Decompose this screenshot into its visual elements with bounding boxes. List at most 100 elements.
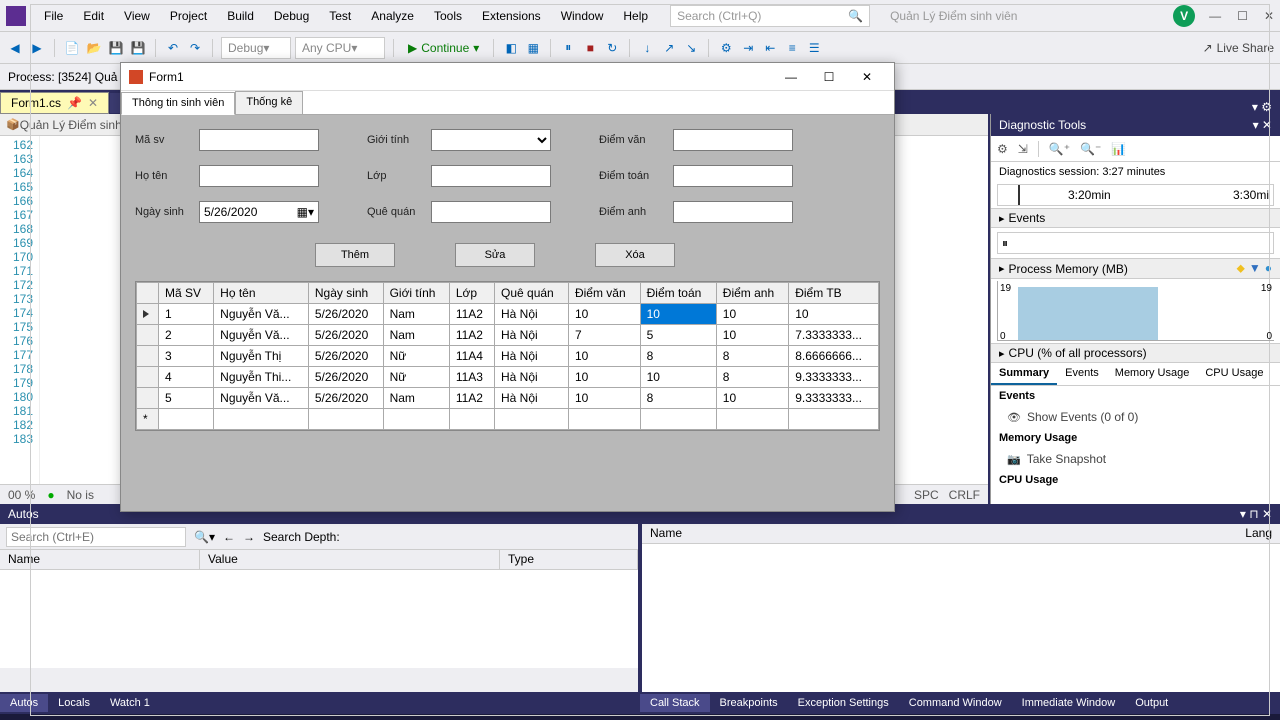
input-hoten[interactable] (199, 165, 319, 187)
grid-header[interactable]: Lớp (449, 283, 494, 304)
grid-cell[interactable]: 10 (568, 367, 640, 388)
grid-cell[interactable]: 11A2 (449, 388, 494, 409)
grid-cell[interactable]: Nam (383, 304, 449, 325)
grid-header[interactable]: Giới tính (383, 283, 449, 304)
grid-cell[interactable]: Nguyễn Vă... (214, 388, 309, 409)
grid-cell[interactable] (159, 409, 214, 430)
grid-cell[interactable]: 5/26/2020 (308, 304, 383, 325)
grid-header[interactable]: Điểm TB (789, 283, 879, 304)
input-quequan[interactable] (431, 201, 551, 223)
grid-cell[interactable]: 8 (640, 388, 716, 409)
grid-cell[interactable]: 2 (159, 325, 214, 346)
grid-cell[interactable] (449, 409, 494, 430)
grid-cell[interactable]: Hà Nội (495, 388, 569, 409)
form1-titlebar[interactable]: Form1 — ☐ ✕ (121, 63, 894, 91)
grid-cell[interactable]: 5 (159, 388, 214, 409)
label-gioitinh: Giới tính (367, 134, 427, 146)
grid-cell[interactable]: Nam (383, 325, 449, 346)
calendar-icon[interactable]: ▦▾ (297, 205, 314, 219)
grid-cell[interactable]: 5 (640, 325, 716, 346)
sua-button[interactable]: Sửa (455, 243, 535, 267)
grid-cell[interactable]: 10 (716, 388, 788, 409)
grid-cell[interactable]: 11A2 (449, 304, 494, 325)
grid-header[interactable]: Mã SV (159, 283, 214, 304)
input-masv[interactable] (199, 129, 319, 151)
grid-cell[interactable]: 4 (159, 367, 214, 388)
tab-thong-tin[interactable]: Thông tin sinh viên (121, 92, 235, 115)
grid-cell[interactable]: 10 (789, 304, 879, 325)
grid-cell[interactable]: 5/26/2020 (308, 367, 383, 388)
grid-cell[interactable]: 5/26/2020 (308, 325, 383, 346)
grid-cell[interactable]: Hà Nội (495, 304, 569, 325)
grid-cell[interactable]: 10 (568, 388, 640, 409)
grid-cell[interactable]: Nữ (383, 367, 449, 388)
grid-cell[interactable]: 7.3333333... (789, 325, 879, 346)
minimize-icon[interactable]: — (772, 64, 810, 90)
grid-cell[interactable] (495, 409, 569, 430)
grid-cell[interactable]: Hà Nội (495, 346, 569, 367)
line-number: 169 (0, 236, 33, 250)
grid-cell[interactable]: 8 (716, 346, 788, 367)
input-diemtoan[interactable] (673, 165, 793, 187)
input-diemanh[interactable] (673, 201, 793, 223)
grid-cell[interactable]: 10 (716, 325, 788, 346)
grid-cell[interactable] (789, 409, 879, 430)
data-grid[interactable]: Mã SVHọ tênNgày sinhGiới tínhLớpQuê quán… (135, 281, 880, 431)
input-lop[interactable] (431, 165, 551, 187)
grid-cell[interactable] (308, 409, 383, 430)
label-lop: Lớp (367, 170, 427, 182)
grid-cell[interactable]: 3 (159, 346, 214, 367)
grid-cell[interactable]: Nguyễn Thi... (214, 367, 309, 388)
row-selector[interactable] (137, 367, 159, 388)
row-selector[interactable] (137, 388, 159, 409)
grid-header[interactable]: Điểm văn (568, 283, 640, 304)
grid-cell[interactable]: 8.6666666... (789, 346, 879, 367)
grid-cell[interactable]: 10 (716, 304, 788, 325)
new-row-selector[interactable]: * (137, 409, 159, 430)
grid-cell[interactable]: 5/26/2020 (308, 388, 383, 409)
grid-cell[interactable]: Nam (383, 388, 449, 409)
select-gioitinh[interactable] (431, 129, 551, 151)
row-selector[interactable] (137, 304, 159, 325)
grid-header[interactable]: Họ tên (214, 283, 309, 304)
tab-thong-ke[interactable]: Thống kê (235, 91, 303, 114)
grid-cell[interactable]: 1 (159, 304, 214, 325)
grid-cell[interactable]: Nguyễn Vă... (214, 325, 309, 346)
them-button[interactable]: Thêm (315, 243, 395, 267)
grid-cell[interactable]: 9.3333333... (789, 367, 879, 388)
grid-cell[interactable]: 10 (640, 367, 716, 388)
grid-cell[interactable]: Nguyễn Thị (214, 346, 309, 367)
grid-cell[interactable]: 8 (716, 367, 788, 388)
grid-cell[interactable]: 7 (568, 325, 640, 346)
grid-cell[interactable]: Nguyễn Vă... (214, 304, 309, 325)
grid-cell[interactable]: 11A2 (449, 325, 494, 346)
nav-back-icon[interactable]: ◀ (6, 39, 24, 57)
grid-cell[interactable]: Hà Nội (495, 367, 569, 388)
grid-cell[interactable] (640, 409, 716, 430)
grid-cell[interactable]: 11A3 (449, 367, 494, 388)
xoa-button[interactable]: Xóa (595, 243, 675, 267)
grid-header[interactable]: Ngày sinh (308, 283, 383, 304)
grid-cell[interactable] (716, 409, 788, 430)
grid-cell[interactable] (383, 409, 449, 430)
grid-cell[interactable]: 10 (568, 304, 640, 325)
grid-cell[interactable]: 10 (568, 346, 640, 367)
close-icon[interactable]: ✕ (848, 64, 886, 90)
row-selector[interactable] (137, 346, 159, 367)
row-selector[interactable] (137, 325, 159, 346)
grid-cell[interactable]: 11A4 (449, 346, 494, 367)
maximize-icon[interactable]: ☐ (810, 64, 848, 90)
grid-cell[interactable]: 8 (640, 346, 716, 367)
grid-cell[interactable]: 9.3333333... (789, 388, 879, 409)
grid-cell[interactable] (568, 409, 640, 430)
grid-cell[interactable] (214, 409, 309, 430)
input-diemvan[interactable] (673, 129, 793, 151)
datepicker-ngaysinh[interactable]: 5/26/2020 ▦▾ (199, 201, 319, 223)
grid-cell[interactable]: Nữ (383, 346, 449, 367)
grid-header[interactable]: Điểm anh (716, 283, 788, 304)
grid-header[interactable]: Quê quán (495, 283, 569, 304)
grid-cell[interactable]: Hà Nội (495, 325, 569, 346)
grid-cell[interactable]: 10 (640, 304, 716, 325)
grid-cell[interactable]: 5/26/2020 (308, 346, 383, 367)
grid-header[interactable]: Điểm toán (640, 283, 716, 304)
